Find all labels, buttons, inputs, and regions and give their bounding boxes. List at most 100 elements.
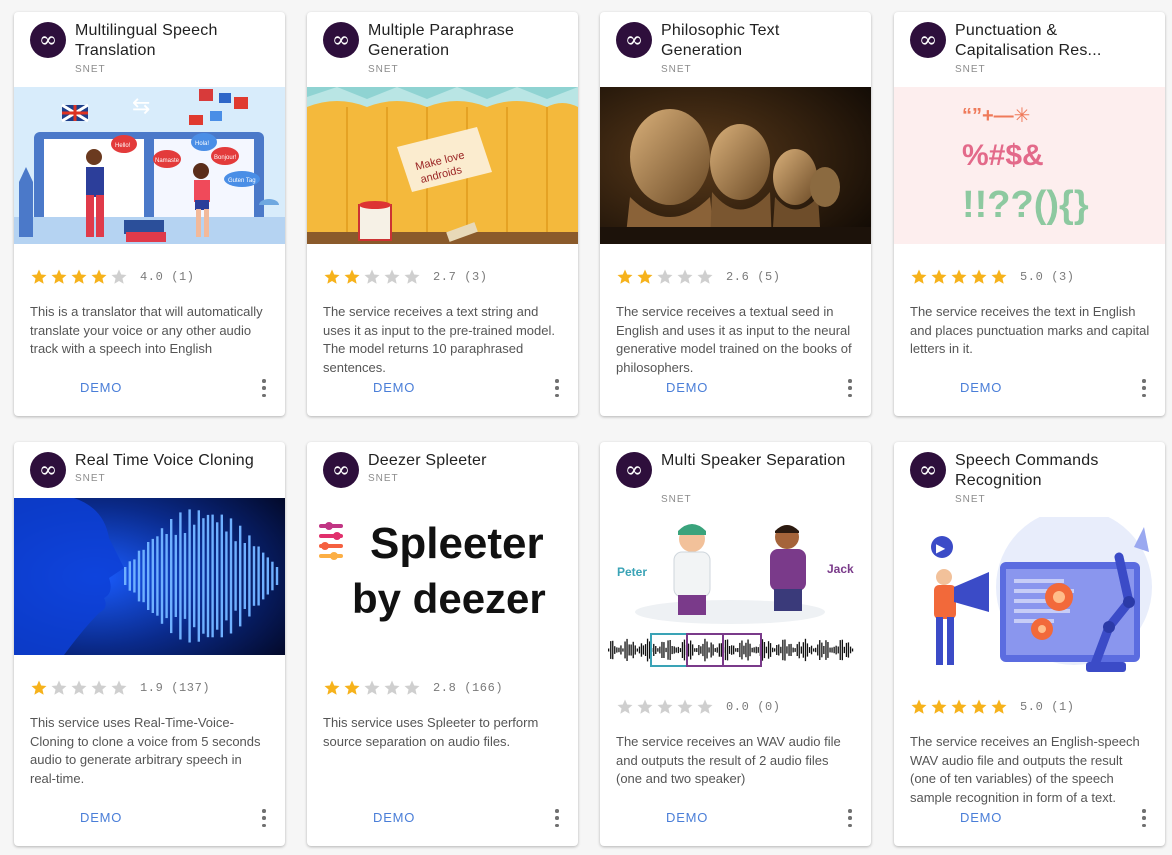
waveform-bar [610,641,612,659]
demo-button[interactable]: DEMO [80,380,122,395]
wave-bar [183,533,187,619]
wave-bar [216,522,219,630]
service-card[interactable]: ∞ Punctuation & Capitalisation Res... SN… [894,12,1165,416]
card-description: The service receives a textual seed in E… [616,304,852,375]
star-empty-icon [71,680,87,695]
demo-button[interactable]: DEMO [666,380,708,395]
card-image-speaker-separation[interactable]: Peter Jack [600,517,871,674]
demo-button[interactable]: DEMO [960,810,1002,825]
waveform-bar [690,640,692,660]
card-title[interactable]: Deezer Spleeter [368,451,568,471]
waveform-bar [653,643,655,656]
waveform-bar [665,647,667,653]
more-options-icon[interactable] [844,379,856,397]
card-title[interactable]: Multilingual Speech Translation [75,21,275,61]
more-options-icon[interactable] [1138,809,1150,827]
waveform-bar [616,647,618,653]
spleeter-logo: Spleeter by deezer [307,498,578,655]
more-options-icon[interactable] [1138,379,1150,397]
star-filled-icon [911,269,927,284]
waveform-bar [712,644,714,656]
demo-button[interactable]: DEMO [373,380,415,395]
card-image-paraphrase[interactable]: Make love androids [307,87,578,244]
card-image-translation[interactable]: ⇆ Hello! Namaste Hola! Bonjour! Guten Ta… [14,87,285,244]
waveform-bar [708,647,710,653]
waveform-bar [731,645,733,655]
waveform-bar [815,647,817,653]
card-title[interactable]: Multi Speaker Separation [661,451,861,471]
wave-bar [257,546,260,606]
star-empty-icon [51,680,67,695]
waveform-bar [847,642,850,658]
card-image-speech-commands[interactable]: ▶ [894,517,1165,674]
more-options-icon[interactable] [258,809,270,827]
more-options-icon[interactable] [551,809,563,827]
waveform-bar [687,643,690,657]
wave-bar [262,552,265,600]
waveform-bar [755,646,757,654]
punct-row-2: %#$& [962,139,1044,172]
star-filled-icon [971,269,987,284]
demo-button[interactable]: DEMO [80,810,122,825]
card-title[interactable]: Punctuation & Capitalisation Res... [955,21,1155,61]
star-filled-icon [951,269,967,284]
waveform-bar [772,647,774,653]
waveform-bar [671,646,673,655]
waveform-bar [806,643,809,657]
demo-button[interactable]: DEMO [373,810,415,825]
star-filled-icon [991,699,1007,714]
waveform-bar [632,641,634,659]
card-title-line-2: Capitalisation Res... [955,42,1102,59]
demo-button[interactable]: DEMO [960,380,1002,395]
service-card[interactable]: ∞ Multilingual Speech Translation SNET ⇆… [14,12,285,416]
card-image-spleeter[interactable]: Spleeter by deezer [307,498,578,655]
more-options-icon[interactable] [551,379,563,397]
card-image-punctuation[interactable]: “”+—✳ %#$& !!??(){} [894,87,1165,244]
card-image-philosophers[interactable] [600,87,871,244]
waveform-bar [614,646,616,654]
waveform-bar [837,646,839,654]
robot-arm-megaphone-illustration: ▶ [894,517,1165,674]
waveform-bar [794,648,796,652]
wave-bar [133,559,136,593]
card-image-voice-cloning[interactable] [14,498,285,655]
wave-bar [266,557,269,595]
waveform-bar [798,641,800,659]
service-card[interactable]: ∞ Multi Speaker Separation SNET Peter Ja… [600,442,871,846]
wave-bar [252,546,256,606]
more-options-icon[interactable] [258,379,270,397]
wave-bar [211,514,214,638]
waveform-bar [718,643,720,657]
demo-button[interactable]: DEMO [666,810,708,825]
star-filled-icon [991,269,1007,284]
wave-bar [206,514,210,638]
service-card[interactable]: ∞ Real Time Voice Cloning SNET 1.9 (137)… [14,442,285,846]
card-title[interactable]: Philosophic Text Generation [661,21,861,61]
star-filled-icon [51,269,67,284]
more-options-icon[interactable] [844,809,856,827]
star-filled-icon [971,699,987,714]
waveform-bar [839,640,841,660]
waveform-bar [841,639,843,661]
service-card[interactable]: ∞ Multiple Paraphrase Generation SNET Ma… [307,12,578,416]
card-description: The service receives the text in English… [910,304,1150,356]
star-empty-icon [111,269,127,284]
rating-value: 0.0 (0) [726,700,781,714]
card-title[interactable]: Speech Commands Recognition [955,451,1155,491]
service-card[interactable]: ∞ Speech Commands Recognition SNET ▶ 5.0… [894,442,1165,846]
waveform-bar [790,643,792,656]
card-title[interactable]: Real Time Voice Cloning [75,451,275,471]
waveform-bar [667,640,669,660]
waveform-bar [673,646,675,654]
voice-wave-face-illustration [14,498,285,655]
service-card[interactable]: ∞ Deezer Spleeter SNET Spleeter by deeze… [307,442,578,846]
card-header: ∞ Philosophic Text Generation SNET [600,12,871,87]
waveform-bar [733,645,735,655]
wave-bar [243,543,246,609]
org-avatar: ∞ [910,452,946,488]
org-avatar: ∞ [910,22,946,58]
service-card[interactable]: ∞ Philosophic Text Generation SNET 2.6 (… [600,12,871,416]
punct-row-1: “”+—✳ [962,105,1030,127]
card-title[interactable]: Multiple Paraphrase Generation [368,21,568,61]
philosopher-busts-photo [600,87,871,244]
